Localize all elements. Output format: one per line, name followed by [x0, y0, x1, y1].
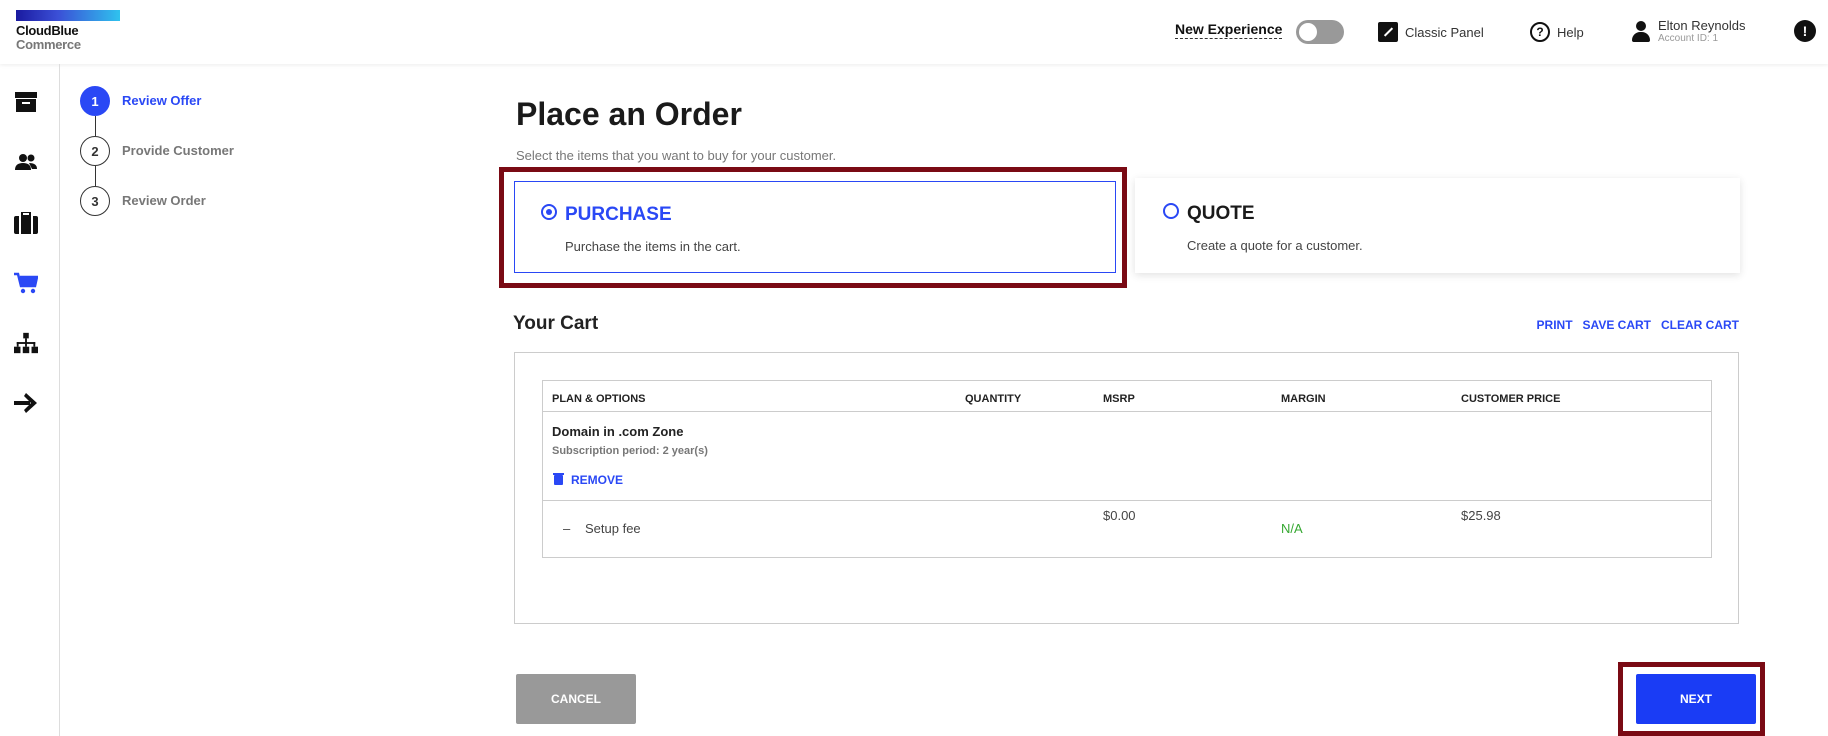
step-number: 1: [80, 86, 110, 116]
left-navigation: [0, 64, 60, 736]
org-chart-icon[interactable]: [14, 331, 38, 355]
fee-customer-price: $25.98: [1461, 508, 1501, 523]
next-button[interactable]: NEXT: [1636, 674, 1756, 724]
account-id: Account ID: 1: [1658, 33, 1719, 44]
fee-msrp: $0.00: [1103, 508, 1136, 523]
step-number: 3: [80, 186, 110, 216]
remove-label: REMOVE: [571, 473, 624, 487]
classic-panel-label: Classic Panel: [1405, 24, 1484, 40]
table-header: PLAN & OPTIONS QUANTITY MSRP MARGIN CUST…: [543, 381, 1711, 412]
trash-icon: [553, 473, 564, 485]
step-number: 2: [80, 136, 110, 166]
col-customer-price: CUSTOMER PRICE: [1461, 393, 1561, 405]
new-experience-toggle[interactable]: [1296, 20, 1344, 44]
page-title: Place an Order: [516, 96, 742, 132]
cart-panel: PLAN & OPTIONS QUANTITY MSRP MARGIN CUST…: [514, 352, 1739, 624]
external-link-icon: [1378, 22, 1398, 42]
purchase-radio[interactable]: [541, 204, 557, 220]
step-connector: [95, 166, 96, 186]
quote-title: QUOTE: [1187, 203, 1255, 224]
cart-table: PLAN & OPTIONS QUANTITY MSRP MARGIN CUST…: [542, 380, 1712, 558]
step-provide-customer[interactable]: 2 Provide Customer: [80, 136, 234, 186]
table-row: Domain in .com Zone Subscription period:…: [543, 412, 1711, 501]
col-msrp: MSRP: [1103, 393, 1135, 405]
subscription-period: Subscription period: 2 year(s): [552, 445, 708, 457]
briefcase-icon[interactable]: [14, 211, 38, 235]
fee-margin: N/A: [1281, 521, 1303, 536]
step-connector: [95, 116, 96, 136]
help-icon: ?: [1530, 22, 1550, 42]
item-name: Domain in .com Zone: [552, 424, 684, 439]
page-subtitle: Select the items that you want to buy fo…: [516, 148, 837, 163]
col-margin: MARGIN: [1281, 393, 1326, 405]
logo-text-line2: Commerce: [16, 37, 81, 52]
quote-option[interactable]: QUOTE Create a quote for a customer.: [1135, 178, 1740, 273]
quote-radio[interactable]: [1163, 203, 1179, 219]
step-review-offer[interactable]: 1 Review Offer: [80, 86, 234, 136]
alert-icon[interactable]: !: [1794, 20, 1816, 42]
purchase-option[interactable]: PURCHASE Purchase the items in the cart.: [514, 181, 1116, 273]
classic-panel-link[interactable]: Classic Panel: [1378, 0, 1484, 64]
user-menu[interactable]: Elton Reynolds Account ID: 1: [1632, 0, 1745, 64]
quote-description: Create a quote for a customer.: [1187, 238, 1363, 253]
purchase-description: Purchase the items in the cart.: [565, 239, 741, 254]
top-header: CloudBlue Commerce New Experience Classi…: [0, 0, 1828, 64]
table-row-setup-fee: – Setup fee $0.00 N/A $25.98: [543, 501, 1711, 556]
print-link[interactable]: PRINT: [1537, 318, 1573, 332]
help-link[interactable]: ? Help: [1530, 0, 1584, 64]
order-stepper: 1 Review Offer 2 Provide Customer 3 Revi…: [80, 86, 234, 236]
cart-actions: PRINT SAVE CART CLEAR CART: [1537, 318, 1739, 332]
users-icon[interactable]: [14, 150, 38, 174]
col-plan-options: PLAN & OPTIONS: [552, 393, 646, 405]
archive-icon[interactable]: [14, 90, 38, 114]
user-name: Elton Reynolds: [1658, 18, 1746, 33]
help-label: Help: [1557, 24, 1584, 40]
step-label: Provide Customer: [122, 143, 234, 158]
fee-dash: –: [563, 521, 571, 536]
save-cart-link[interactable]: SAVE CART: [1583, 318, 1651, 332]
cart-icon[interactable]: [14, 271, 38, 295]
new-experience-label: New Experience: [1175, 21, 1283, 39]
clear-cart-link[interactable]: CLEAR CART: [1661, 318, 1739, 332]
cancel-button[interactable]: CANCEL: [516, 674, 636, 724]
step-review-order[interactable]: 3 Review Order: [80, 186, 234, 236]
cloudblue-logo[interactable]: CloudBlue Commerce: [16, 10, 120, 52]
cart-title: Your Cart: [513, 313, 599, 334]
remove-button[interactable]: REMOVE: [553, 473, 624, 487]
col-quantity: QUANTITY: [965, 393, 1022, 405]
logo-gradient-bar: [16, 10, 120, 21]
step-label: Review Order: [122, 193, 206, 208]
purchase-title: PURCHASE: [565, 204, 672, 225]
arrow-right-icon[interactable]: [14, 391, 38, 415]
step-label: Review Offer: [122, 93, 202, 108]
logo-text-line1: CloudBlue: [16, 23, 79, 38]
fee-label: Setup fee: [585, 521, 641, 536]
user-icon: [1632, 21, 1650, 43]
